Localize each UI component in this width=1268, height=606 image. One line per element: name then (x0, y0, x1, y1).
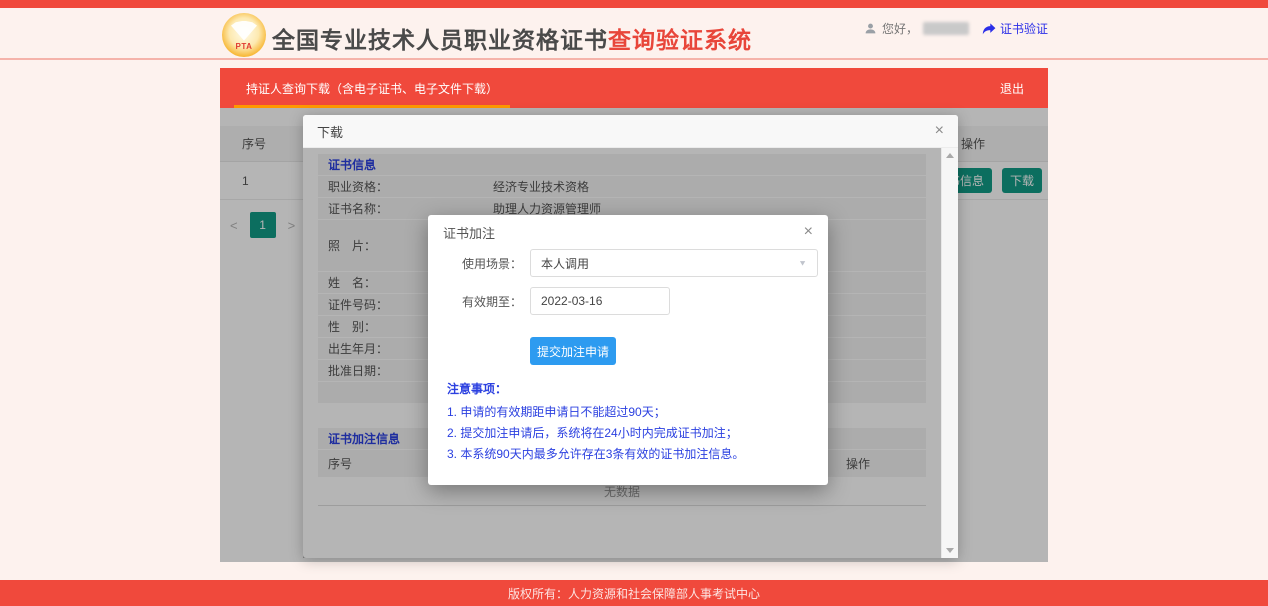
note-line-1: 1. 申请的有效期距申请日不能超过90天； (447, 402, 828, 423)
chevron-down-icon: ▼ (798, 259, 807, 268)
usage-scene-select[interactable]: 本人调用 ▼ (530, 249, 818, 277)
valid-date-input[interactable] (530, 287, 670, 315)
certificate-verify-link[interactable]: 证书验证 (982, 20, 1048, 37)
share-arrow-icon (982, 23, 996, 35)
note-line-3: 3. 本系统90天内最多允许存在3条有效的证书加注信息。 (447, 444, 828, 465)
download-modal-header: 下载 × (303, 115, 958, 148)
download-modal-close-icon[interactable]: × (935, 123, 944, 139)
user-bar: 您好， 证书验证 (864, 20, 1048, 37)
download-modal-title: 下载 (317, 122, 343, 141)
scene-form-row: 使用场景： 本人调用 ▼ (428, 249, 828, 277)
user-icon (864, 22, 877, 35)
logo-label: PTA (222, 42, 266, 51)
modal-scrollbar[interactable] (941, 148, 958, 558)
scroll-up-icon[interactable] (946, 153, 954, 158)
note-line-2: 2. 提交加注申请后，系统将在24小时内完成证书加注； (447, 423, 828, 444)
pta-logo: PTA (222, 13, 266, 57)
verify-link-label: 证书验证 (1000, 20, 1048, 37)
notes-title: 注意事项： (447, 380, 828, 397)
username-redacted (923, 22, 969, 35)
annotation-modal-header: 证书加注 × (428, 215, 828, 249)
valid-date-label: 有效期至： (428, 293, 530, 310)
logout-button[interactable]: 退出 (1000, 80, 1024, 97)
page-title-accent: 查询验证系统 (608, 27, 752, 53)
valid-date-form-row: 有效期至： (428, 287, 828, 315)
site-header: PTA 全国专业技术人员职业资格证书查询验证系统 您好， 证书验证 (0, 8, 1268, 60)
page-footer: 版权所有：人力资源和社会保障部人事考试中心 (0, 580, 1268, 606)
tab-holder-query-download[interactable]: 持证人查询下载（含电子证书、电子文件下载） (234, 68, 510, 108)
annotation-modal-title: 证书加注 (443, 223, 495, 242)
page-title: 全国专业技术人员职业资格证书查询验证系统 (272, 21, 752, 55)
scene-selected-value: 本人调用 (541, 255, 589, 272)
top-accent-bar (0, 0, 1268, 8)
annotation-modal-close-icon[interactable]: × (804, 224, 813, 240)
copyright-text: 版权所有：人力资源和社会保障部人事考试中心 (508, 585, 760, 602)
main-nav: 持证人查询下载（含电子证书、电子文件下载） 退出 (220, 68, 1048, 108)
submit-annotation-button[interactable]: 提交加注申请 (530, 337, 616, 365)
page-title-main: 全国专业技术人员职业资格证书 (272, 27, 608, 53)
logo-fan-icon (231, 21, 257, 41)
tab-label: 持证人查询下载（含电子证书、电子文件下载） (246, 80, 498, 97)
scene-label: 使用场景： (428, 255, 530, 272)
notes-block: 注意事项： 1. 申请的有效期距申请日不能超过90天； 2. 提交加注申请后，系… (447, 380, 828, 465)
annotation-modal: 证书加注 × 使用场景： 本人调用 ▼ 有效期至： 提交加注申请 注意事项： 1… (428, 215, 828, 485)
greeting-label: 您好， (882, 20, 918, 37)
scroll-down-icon[interactable] (946, 548, 954, 553)
